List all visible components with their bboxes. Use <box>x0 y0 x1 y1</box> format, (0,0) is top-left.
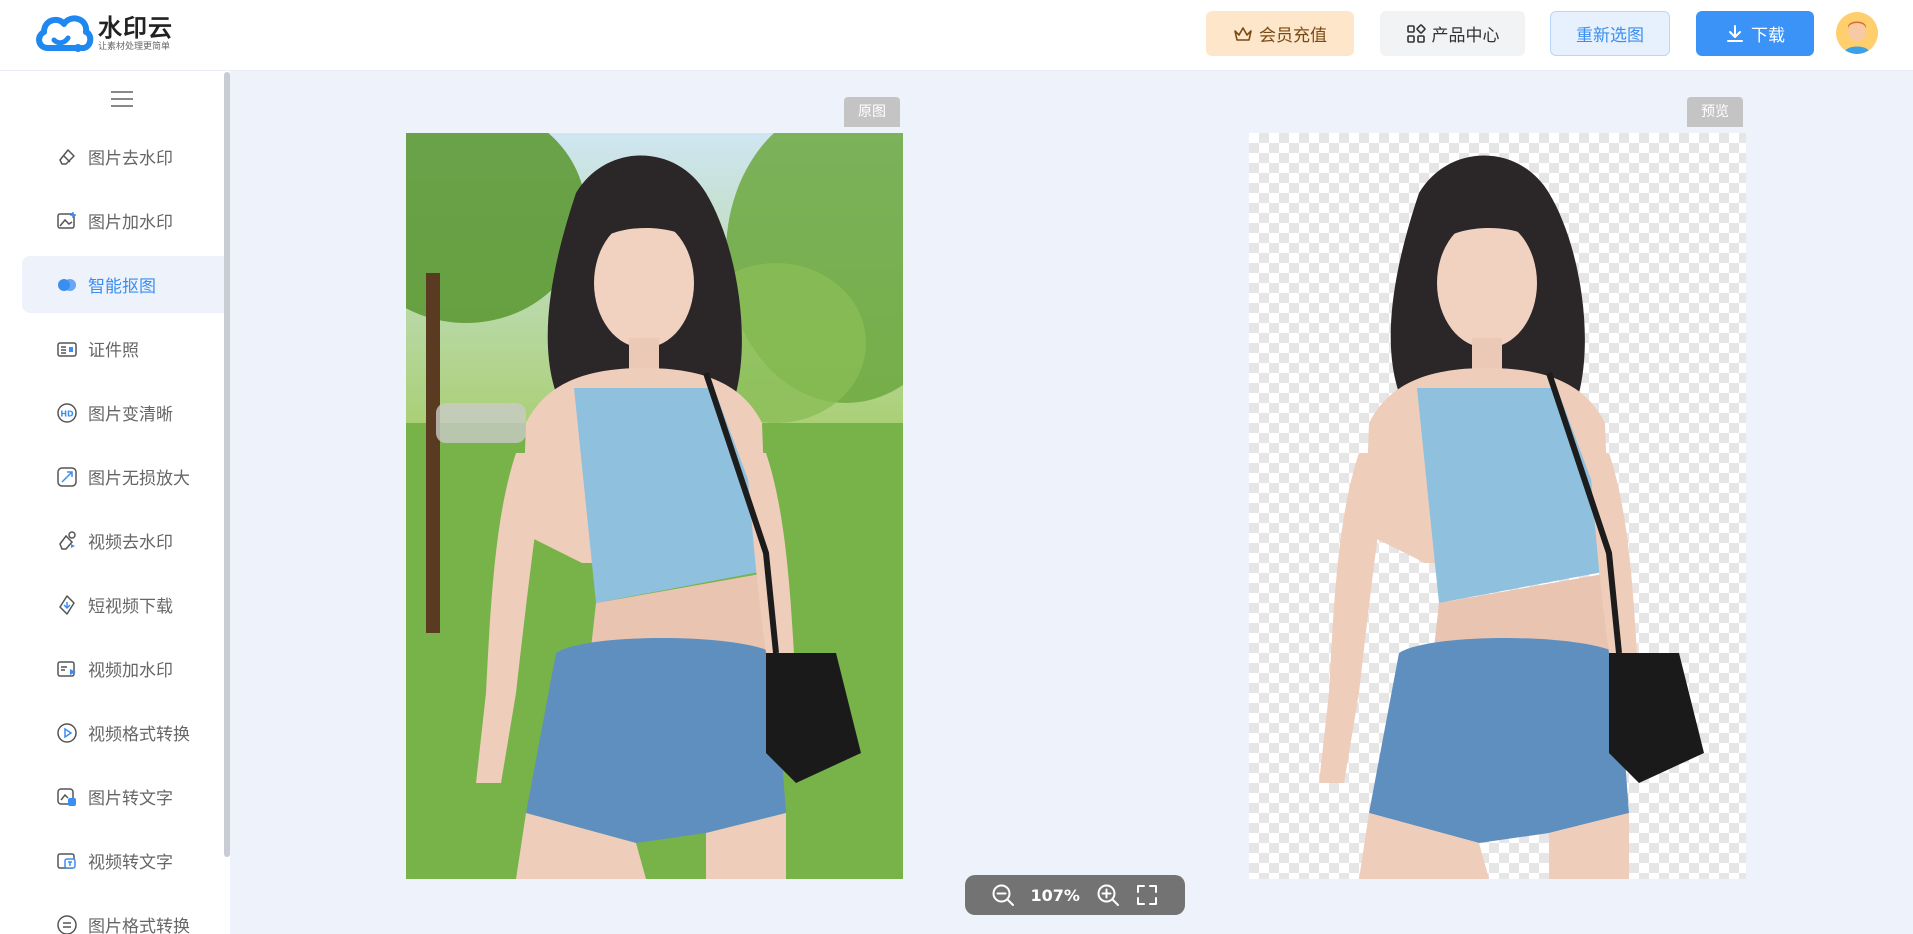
sidebar-nav: 图片去水印 图片加水印 智能抠图 证件照 HD 图片变清晰 图片无损放大 视频去… <box>22 128 224 934</box>
sidebar-item-video-format-convert[interactable]: 视频格式转换 <box>22 704 224 761</box>
zoom-level: 107% <box>1030 885 1080 905</box>
vip-recharge-label: 会员充值 <box>1259 26 1327 46</box>
sidebar-item-label: 图片去水印 <box>88 149 173 169</box>
zoom-toolbar: 107% <box>965 875 1185 915</box>
matting-icon <box>56 274 78 296</box>
sidebar-item-video-remove-watermark[interactable]: 视频去水印 <box>22 512 224 569</box>
logo-title: 水印云 <box>98 13 173 42</box>
logo-subtitle: 让素材处理更简单 <box>98 41 171 52</box>
fullscreen-icon[interactable] <box>1135 883 1159 907</box>
image-add-icon <box>56 210 78 232</box>
video-to-text-icon <box>56 850 78 872</box>
image-format-icon <box>56 914 78 934</box>
sidebar-item-label: 证件照 <box>88 341 139 361</box>
sidebar-item-image-enhance[interactable]: HD 图片变清晰 <box>22 384 224 441</box>
sidebar-item-label: 图片变清晰 <box>88 405 173 425</box>
avatar-icon <box>1836 12 1878 54</box>
preview-image-tag: 预览 <box>1687 97 1743 127</box>
zoom-in-icon[interactable] <box>1096 883 1120 907</box>
sidebar-scrollbar[interactable] <box>224 72 230 857</box>
sidebar-item-image-remove-watermark[interactable]: 图片去水印 <box>22 128 224 185</box>
sidebar-item-id-photo[interactable]: 证件照 <box>22 320 224 377</box>
sidebar-item-image-add-watermark[interactable]: 图片加水印 <box>22 192 224 249</box>
crown-icon <box>1234 26 1252 41</box>
top-header: 水印云 让素材处理更简单 会员充值 产品中心 重新选图 下载 <box>0 0 1913 71</box>
sidebar-item-label: 视频去水印 <box>88 533 173 553</box>
eraser-icon <box>56 146 78 168</box>
sidebar-item-label: 视频加水印 <box>88 661 173 681</box>
app-logo[interactable]: 水印云 让素材处理更简单 <box>34 10 173 56</box>
cloud-logo-icon <box>36 15 94 52</box>
sidebar-item-label: 图片转文字 <box>88 789 173 809</box>
sidebar-item-label: 短视频下载 <box>88 597 173 617</box>
sidebar-item-image-to-text[interactable]: 图片转文字 <box>22 768 224 825</box>
sidebar-item-short-video-download[interactable]: 短视频下载 <box>22 576 224 633</box>
svg-text:HD: HD <box>60 409 74 418</box>
download-label: 下载 <box>1751 26 1785 46</box>
video-convert-icon <box>56 722 78 744</box>
sidebar-item-label: 智能抠图 <box>88 277 156 297</box>
original-image <box>406 133 903 879</box>
sidebar-item-image-enlarge[interactable]: 图片无损放大 <box>22 448 224 505</box>
original-image-tag: 原图 <box>844 97 900 127</box>
workspace: 原图 预览 107% <box>231 72 1913 934</box>
grid-icon <box>1406 23 1426 43</box>
sidebar-item-label: 图片无损放大 <box>88 469 190 489</box>
user-avatar[interactable] <box>1836 12 1878 54</box>
vip-recharge-button[interactable]: 会员充值 <box>1206 11 1354 56</box>
hd-icon: HD <box>56 402 78 424</box>
sidebar: 图片去水印 图片加水印 智能抠图 证件照 HD 图片变清晰 图片无损放大 视频去… <box>0 71 230 934</box>
sidebar-item-image-format-convert[interactable]: 图片格式转换 <box>22 896 224 934</box>
product-center-button[interactable]: 产品中心 <box>1380 11 1525 56</box>
menu-collapse-icon[interactable] <box>111 91 133 109</box>
sidebar-item-label: 图片加水印 <box>88 213 173 233</box>
sidebar-item-label: 视频转文字 <box>88 853 173 873</box>
sidebar-item-video-to-text[interactable]: 视频转文字 <box>22 832 224 889</box>
product-center-label: 产品中心 <box>1431 26 1500 46</box>
preview-image <box>1249 133 1746 879</box>
sidebar-item-video-add-watermark[interactable]: 视频加水印 <box>22 640 224 697</box>
video-watermark-icon <box>56 658 78 680</box>
enlarge-icon <box>56 466 78 488</box>
download-button[interactable]: 下载 <box>1696 11 1814 56</box>
download-icon <box>1727 24 1743 42</box>
reselect-image-label: 重新选图 <box>1576 26 1644 46</box>
zoom-out-icon[interactable] <box>991 883 1015 907</box>
video-eraser-icon <box>56 530 78 552</box>
sidebar-item-label: 视频格式转换 <box>88 725 190 745</box>
sidebar-item-label: 图片格式转换 <box>88 917 190 934</box>
video-download-icon <box>56 594 78 616</box>
id-card-icon <box>56 338 78 360</box>
sidebar-item-smart-matting[interactable]: 智能抠图 <box>22 256 224 313</box>
image-to-text-icon <box>56 786 78 808</box>
reselect-image-button[interactable]: 重新选图 <box>1550 11 1670 56</box>
